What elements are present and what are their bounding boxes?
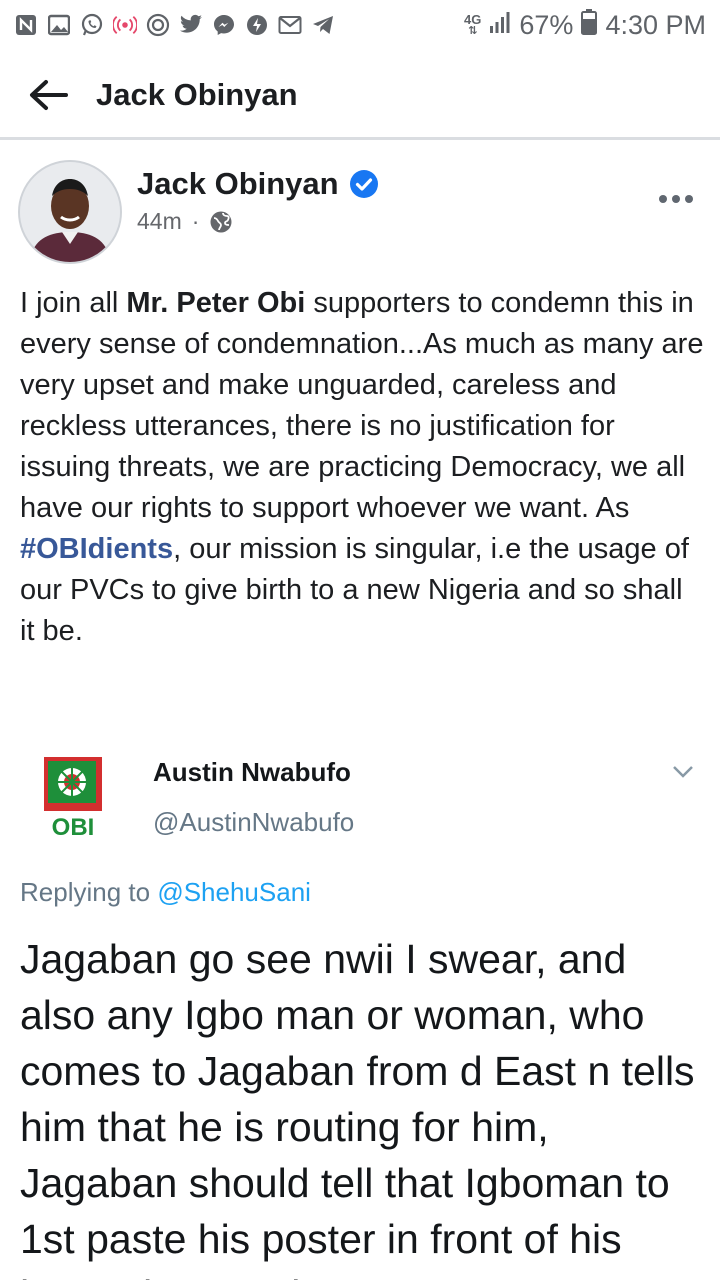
clock: 4:30 PM	[605, 9, 706, 40]
post-text-part: I join all	[20, 287, 127, 319]
more-dot-icon	[659, 195, 667, 203]
more-dot-icon	[685, 195, 693, 203]
gmail-icon	[278, 13, 302, 37]
page-title: Jack Obinyan	[96, 76, 298, 112]
post-text-part: supporters to condemn this in every sens…	[20, 287, 704, 524]
radio-icon	[113, 13, 137, 37]
tweet-author-handle: @AustinNwabufo	[153, 807, 355, 837]
tweet-screenshot[interactable]: OBI Austin Nwabufo @AustinNwabufo Replyi…	[0, 745, 720, 1280]
messenger-icon	[212, 13, 236, 37]
whatsapp-icon	[80, 13, 104, 37]
notification-icons	[14, 13, 335, 37]
gallery-icon	[47, 13, 71, 37]
post-text: I join all Mr. Peter Obi supporters to c…	[20, 283, 705, 652]
tweet-text: Jagaban go see nwii I swear, and also an…	[20, 936, 695, 1280]
globe-icon	[210, 211, 232, 232]
network-type: 4G ⇅	[464, 12, 482, 37]
obi-logo-text: OBI	[52, 814, 95, 837]
telegram-icon	[311, 13, 335, 37]
tweet-author-name: Austin Nwabufo	[153, 757, 351, 787]
verified-badge-icon	[349, 170, 378, 198]
author-name[interactable]: Jack Obinyan	[137, 166, 339, 202]
avatar[interactable]	[18, 160, 122, 264]
status-indicators: 4G ⇅ 67% 4:30 PM	[464, 8, 706, 42]
meta-separator: ·	[191, 208, 200, 234]
replying-mention: @ShehuSani	[157, 877, 311, 907]
back-button[interactable]	[0, 51, 96, 139]
bolt-icon	[245, 13, 269, 37]
sync-icon	[146, 13, 170, 37]
replying-to: Replying to @ShehuSani	[20, 877, 311, 908]
signal-icon	[489, 10, 511, 41]
replying-prefix: Replying to	[20, 877, 158, 907]
author-row: Jack Obinyan	[137, 166, 379, 202]
obi-logo: OBI	[44, 757, 102, 837]
status-bar: 4G ⇅ 67% 4:30 PM	[0, 0, 720, 50]
twitter-icon	[179, 13, 203, 37]
post-time[interactable]: 44m	[137, 208, 182, 235]
n-icon	[14, 13, 38, 37]
more-options-button[interactable]	[654, 184, 698, 214]
hashtag-link[interactable]: #OBIdients	[20, 533, 173, 565]
post-header: Jack Obinyan 44m ·	[0, 144, 720, 274]
profile-photo	[20, 162, 120, 262]
post-text-bold: Mr. Peter Obi	[126, 287, 306, 319]
post-meta: 44m ·	[137, 208, 233, 235]
battery-percent: 67%	[519, 9, 574, 40]
back-arrow-icon	[30, 79, 68, 110]
chevron-down-icon	[673, 766, 693, 778]
more-dot-icon	[672, 195, 680, 203]
app-header: Jack Obinyan	[0, 52, 720, 140]
battery-icon	[581, 8, 598, 42]
